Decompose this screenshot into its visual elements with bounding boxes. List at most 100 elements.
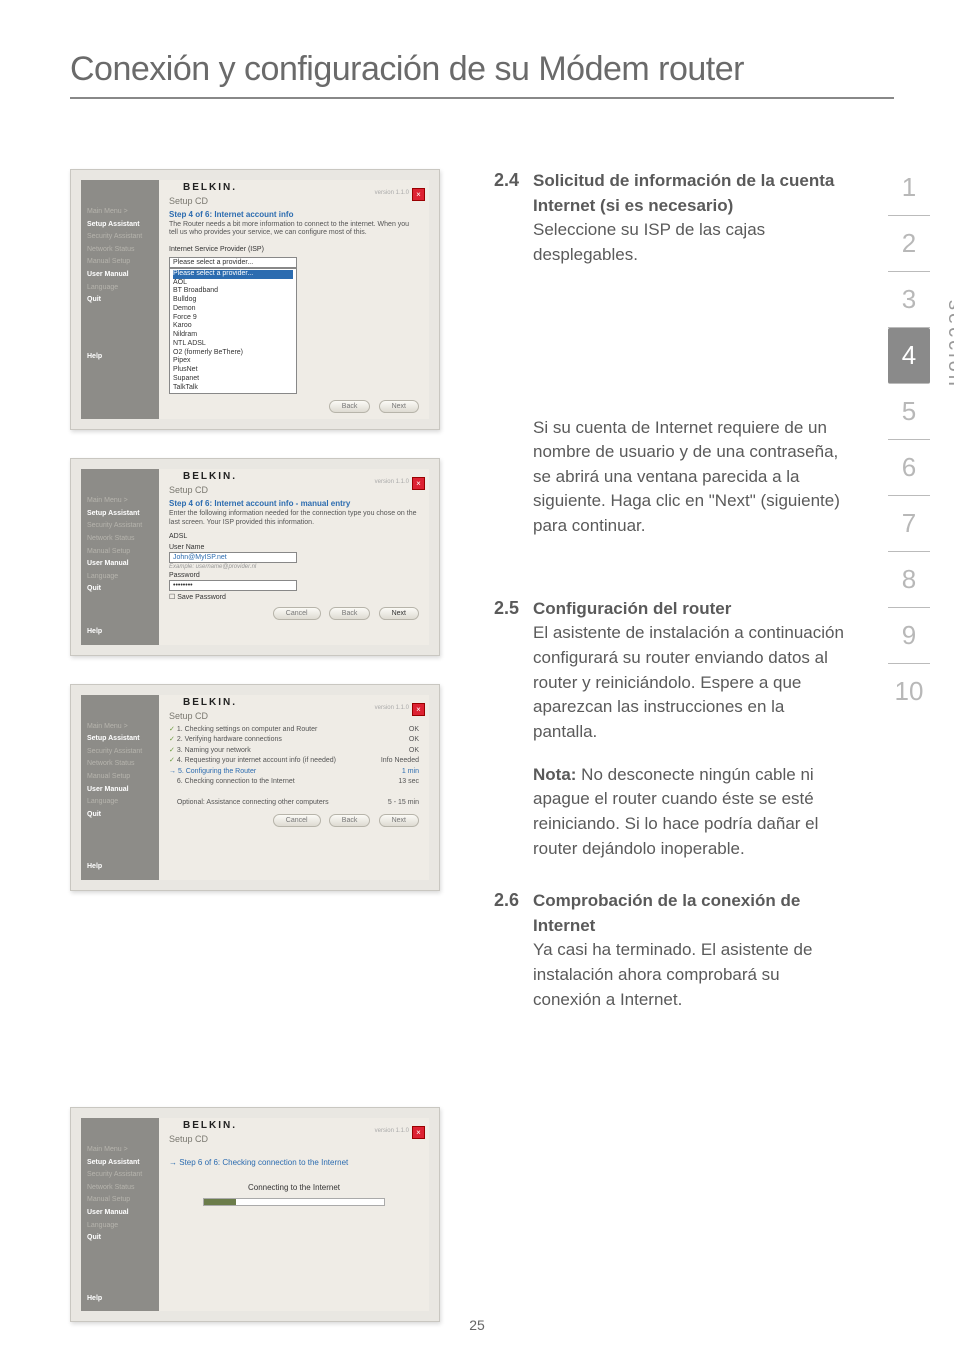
brand-logo: BELKIN.: [183, 471, 237, 482]
section-body: Si su cuenta de Internet requiere de un …: [533, 418, 840, 536]
section-2-5: 2.5 Configuración del router El asistent…: [485, 597, 844, 861]
screenshot-progress: Main Menu > Setup Assistant Security Ass…: [70, 684, 440, 891]
version-label: version 1.1.0: [375, 190, 409, 196]
sb-main-menu: Main Menu >: [87, 495, 153, 508]
sb-help: Help: [87, 861, 153, 874]
sb-setup-assistant: Setup Assistant: [87, 219, 153, 232]
version-label: version 1.1.0: [375, 705, 409, 711]
sb-user-manual: User Manual: [87, 269, 153, 282]
sb-security: Security Assistant: [87, 1169, 153, 1182]
chapter-3: 3: [888, 272, 930, 328]
isp-opt-13[interactable]: TalkTalk: [173, 384, 293, 393]
isp-opt-12[interactable]: Supanet: [173, 375, 293, 384]
section-heading: Configuración del router: [533, 599, 731, 618]
section-label-vertical: sección: [943, 300, 954, 389]
chapter-7: 7: [888, 496, 930, 552]
row6-status: 13 sec: [398, 777, 419, 788]
sb-setup-assistant: Setup Assistant: [87, 733, 153, 746]
isp-opt-3[interactable]: Bulldog: [173, 296, 293, 305]
isp-opt-9[interactable]: O2 (formerly BeThere): [173, 349, 293, 358]
sb-language: Language: [87, 571, 153, 584]
row3-text: 3. Naming your network: [177, 747, 251, 754]
setup-cd-header: Setup CD: [169, 711, 419, 721]
save-password-checkbox[interactable]: ☐ Save Password: [169, 593, 419, 601]
username-input[interactable]: John@MyISP.net: [169, 552, 297, 563]
sb-language: Language: [87, 282, 153, 295]
row-optional-status: 5 - 15 min: [388, 798, 419, 809]
isp-opt-7[interactable]: Nildram: [173, 331, 293, 340]
isp-opt-8[interactable]: NTL ADSL: [173, 340, 293, 349]
chapter-1: 1: [888, 160, 930, 216]
close-icon[interactable]: ×: [412, 703, 425, 716]
brand-logo: BELKIN.: [183, 182, 237, 193]
sb-main-menu: Main Menu >: [87, 206, 153, 219]
sb-quit: Quit: [87, 1232, 153, 1245]
sb-network: Network Status: [87, 1182, 153, 1195]
section-body: Ya casi ha terminado. El asistente de in…: [533, 940, 812, 1008]
sb-help: Help: [87, 626, 153, 639]
isp-select[interactable]: Please select a provider...: [169, 257, 297, 268]
isp-opt-11[interactable]: PlusNet: [173, 366, 293, 375]
username-hint: Example: username@provider.nl: [169, 564, 419, 570]
isp-opt-0[interactable]: Please select a provider...: [173, 270, 293, 279]
sb-user-manual: User Manual: [87, 1207, 153, 1220]
isp-opt-10[interactable]: Pipex: [173, 357, 293, 366]
sb-user-manual: User Manual: [87, 558, 153, 571]
section-2-6: 2.6 Comprobación de la conexión de Inter…: [485, 889, 844, 1012]
back-button[interactable]: Back: [329, 400, 371, 413]
back-button[interactable]: Back: [329, 814, 371, 827]
close-icon[interactable]: ×: [412, 477, 425, 490]
password-input[interactable]: ••••••••: [169, 580, 297, 591]
isp-opt-2[interactable]: BT Broadband: [173, 287, 293, 296]
row2-status: OK: [409, 735, 419, 746]
section-number: 2.4: [485, 169, 519, 268]
sb-security: Security Assistant: [87, 746, 153, 759]
note-body: No desconecte ningún cable ni apague el …: [533, 765, 818, 858]
sb-network: Network Status: [87, 758, 153, 771]
row6-text: 6. Checking connection to the Internet: [177, 778, 295, 785]
next-button[interactable]: Next: [379, 814, 419, 827]
setup-cd-header: Setup CD: [169, 196, 419, 206]
next-button[interactable]: Next: [379, 400, 419, 413]
username-label: User Name: [169, 544, 419, 551]
close-icon[interactable]: ×: [412, 1126, 425, 1139]
close-icon[interactable]: ×: [412, 188, 425, 201]
step-desc: The Router needs a bit more information …: [169, 221, 419, 238]
sb-manual: Manual Setup: [87, 771, 153, 784]
next-button[interactable]: Next: [379, 607, 419, 620]
isp-opt-1[interactable]: AOL: [173, 279, 293, 288]
section-heading: Comprobación de la conexión de Internet: [533, 891, 800, 935]
row2-text: 2. Verifying hardware connections: [177, 736, 282, 743]
section-heading: Solicitud de información de la cuenta In…: [533, 171, 834, 215]
chapter-strip: 1 2 3 4 5 6 7 8 9 10 sección: [888, 160, 930, 719]
sb-main-menu: Main Menu >: [87, 721, 153, 734]
brand-logo: BELKIN.: [183, 697, 237, 708]
sb-language: Language: [87, 1220, 153, 1233]
isp-opt-5[interactable]: Force 9: [173, 314, 293, 323]
isp-opt-6[interactable]: Karoo: [173, 322, 293, 331]
connecting-label: Connecting to the Internet: [169, 1183, 419, 1192]
chapter-4-active: 4: [888, 328, 930, 384]
note-label: Nota:: [533, 765, 576, 784]
sb-manual: Manual Setup: [87, 256, 153, 269]
sb-help: Help: [87, 351, 153, 364]
sb-quit: Quit: [87, 809, 153, 822]
chapter-6: 6: [888, 440, 930, 496]
chapter-10: 10: [888, 664, 930, 719]
save-password-label: Save Password: [177, 594, 226, 601]
cancel-button[interactable]: Cancel: [273, 814, 321, 827]
screenshot-manual-entry: Main Menu > Setup Assistant Security Ass…: [70, 458, 440, 655]
step-desc: Enter the following information needed f…: [169, 510, 419, 527]
isp-dropdown-list[interactable]: Please select a provider... AOL BT Broad…: [169, 268, 297, 395]
row3-status: OK: [409, 746, 419, 757]
sb-help: Help: [87, 1293, 153, 1306]
section-body: El asistente de instalación a continuaci…: [533, 623, 844, 741]
setup-cd-header: Setup CD: [169, 1134, 419, 1144]
cancel-button[interactable]: Cancel: [273, 607, 321, 620]
back-button[interactable]: Back: [329, 607, 371, 620]
row4-text: 4. Requesting your internet account info…: [177, 757, 336, 764]
screenshot-checking-connection: Main Menu > Setup Assistant Security Ass…: [70, 1107, 440, 1322]
isp-opt-4[interactable]: Demon: [173, 305, 293, 314]
sb-user-manual: User Manual: [87, 784, 153, 797]
row4-status: Info Needed: [381, 756, 419, 767]
